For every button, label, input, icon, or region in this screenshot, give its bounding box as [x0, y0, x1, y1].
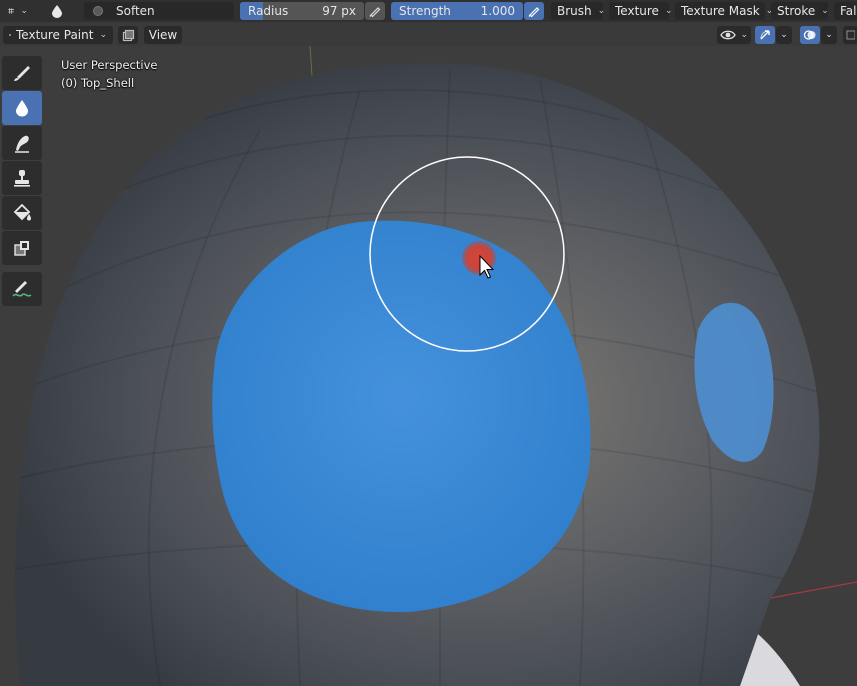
- menu-texture[interactable]: Texture ⌄: [609, 2, 672, 20]
- gizmo-dropdown[interactable]: ⌄: [776, 26, 792, 44]
- visibility-selector[interactable]: ⌄: [717, 26, 751, 44]
- tool-annotate[interactable]: [2, 272, 42, 306]
- chevron-down-icon: ⌄: [664, 6, 673, 16]
- smear-icon: [15, 135, 29, 153]
- radius-value: 97 px: [322, 4, 356, 18]
- strength-pressure-button[interactable]: [524, 2, 544, 20]
- scene-render: [15, 46, 857, 686]
- menu-view[interactable]: View: [144, 26, 182, 44]
- chevron-down-icon: ⌄: [597, 6, 606, 16]
- pen-pressure-icon: [369, 7, 381, 17]
- radius-slider[interactable]: Radius 97 px: [240, 2, 364, 20]
- annotate-icon: [12, 281, 32, 297]
- tool-shelf: [2, 56, 42, 307]
- strength-slider[interactable]: Strength 1.000: [391, 2, 523, 20]
- xray-icon: [846, 30, 855, 40]
- pen-pressure-icon: [528, 7, 540, 17]
- gizmo-toggle[interactable]: [755, 26, 775, 44]
- face-mask-icon: [122, 29, 134, 41]
- fill-icon: [13, 203, 31, 221]
- checker-texture-icon: [9, 33, 12, 37]
- brush-preview-icon: [93, 6, 103, 16]
- brush-mode-button[interactable]: [47, 2, 67, 20]
- brush-name: Soften: [116, 4, 155, 18]
- tool-soften[interactable]: [2, 91, 42, 125]
- menu-falloff[interactable]: Fal: [834, 2, 857, 20]
- draw-brush-icon: [14, 66, 30, 81]
- overlays-icon: [803, 30, 816, 40]
- menu-texture-label: Texture: [615, 4, 659, 18]
- chevron-down-icon: ⌄: [20, 6, 28, 16]
- menu-stroke[interactable]: Stroke ⌄: [771, 2, 829, 20]
- menu-brush[interactable]: Brush ⌄: [551, 2, 606, 20]
- menu-brush-label: Brush: [557, 4, 592, 18]
- overlays-toggle[interactable]: [800, 26, 820, 44]
- menu-texture-mask-label: Texture Mask: [681, 4, 760, 18]
- chevron-down-icon: ⌄: [99, 30, 107, 40]
- tool-draw[interactable]: [2, 56, 42, 90]
- tool-mask[interactable]: [2, 231, 42, 265]
- overlays-dropdown[interactable]: ⌄: [821, 26, 837, 44]
- tool-smear[interactable]: [2, 126, 42, 160]
- menu-falloff-label: Fal: [840, 4, 857, 18]
- editor-type-button[interactable]: ⌄: [2, 2, 34, 20]
- mode-label: Texture Paint: [16, 28, 94, 42]
- active-object-label: (0) Top_Shell: [61, 76, 135, 90]
- chevron-down-icon: ⌄: [740, 30, 748, 40]
- chevron-down-icon: ⌄: [821, 6, 829, 16]
- strength-label: Strength: [399, 4, 451, 18]
- 3d-viewport[interactable]: [0, 46, 857, 686]
- radius-label: Radius: [248, 4, 289, 18]
- tool-clone[interactable]: [2, 161, 42, 195]
- drop-icon: [52, 5, 62, 18]
- gizmo-icon: [760, 30, 770, 40]
- chevron-down-icon: ⌄: [780, 30, 788, 40]
- brush-selector[interactable]: Soften: [84, 2, 234, 20]
- tool-fill[interactable]: [2, 196, 42, 230]
- face-mask-toggle[interactable]: [118, 26, 138, 44]
- menu-stroke-label: Stroke: [777, 4, 816, 18]
- menu-view-label: View: [148, 28, 178, 42]
- mask-icon: [14, 241, 29, 256]
- mode-selector[interactable]: Texture Paint ⌄: [3, 26, 113, 44]
- clone-icon: [14, 170, 30, 187]
- menu-texture-mask[interactable]: Texture Mask ⌄: [675, 2, 773, 20]
- eye-icon: [720, 30, 736, 40]
- strength-value: 1.000: [480, 4, 515, 18]
- radius-pressure-button[interactable]: [365, 2, 385, 20]
- xray-toggle[interactable]: [843, 26, 857, 44]
- viewport-header: Texture Paint ⌄ View ⌄ ⌄ ⌄: [0, 24, 857, 46]
- perspective-label: User Perspective: [61, 58, 158, 72]
- soften-icon: [16, 100, 28, 117]
- chevron-down-icon: ⌄: [825, 30, 833, 40]
- tool-header: ⌄ Soften Radius 97 px Strength 1.000 Bru…: [0, 0, 857, 22]
